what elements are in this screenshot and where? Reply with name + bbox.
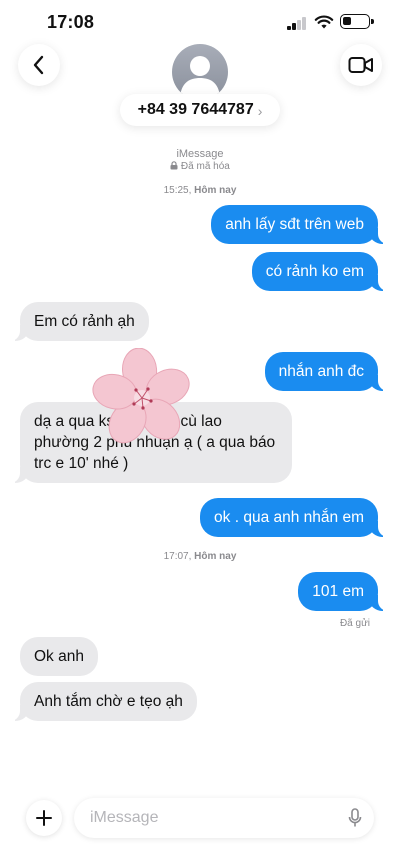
incoming-message[interactable]: Anh tắm chờ e tẹo ạh xyxy=(10,682,197,721)
chevron-right-icon: › xyxy=(257,102,263,119)
outgoing-message[interactable]: nhắn anh đc xyxy=(264,352,389,391)
lock-icon xyxy=(170,161,178,170)
outgoing-message[interactable]: anh lấy sđt trên web xyxy=(211,205,388,244)
delivered-status: Đã gửi xyxy=(339,618,370,629)
chevron-left-icon xyxy=(33,55,44,75)
back-button[interactable] xyxy=(18,44,60,86)
timestamp-day: Hôm nay xyxy=(194,185,237,196)
timestamp: 17:07, Hôm nay xyxy=(163,551,237,562)
encryption-text: Đã mã hóa xyxy=(180,161,230,172)
video-camera-icon xyxy=(348,57,373,73)
battery-icon xyxy=(340,14,374,29)
timestamp-time: 15:25 xyxy=(163,185,189,196)
status-bar: 17:08 xyxy=(0,0,400,46)
add-attachment-button[interactable] xyxy=(26,800,62,836)
message-input[interactable] xyxy=(90,798,330,838)
timestamp-day: Hôm nay xyxy=(194,551,237,562)
service-label: iMessage xyxy=(176,148,224,160)
timestamp-time: 17:07 xyxy=(163,551,189,562)
outgoing-message[interactable]: có rảnh ko em xyxy=(251,252,389,291)
contact-name-button[interactable]: +84 39 7644787 › xyxy=(120,94,280,126)
person-icon xyxy=(180,56,220,96)
plus-icon xyxy=(36,810,52,826)
wifi-icon xyxy=(314,15,334,29)
cellular-signal-icon xyxy=(287,17,307,30)
encryption-label: Đã mã hóa xyxy=(0,161,400,172)
outgoing-message[interactable]: ok . qua anh nhắn em xyxy=(200,498,388,537)
contact-number: +84 39 7644787 xyxy=(137,101,254,118)
contact-avatar[interactable] xyxy=(172,44,228,100)
incoming-message[interactable]: Ok anh xyxy=(20,637,98,676)
message-composer[interactable] xyxy=(74,798,374,838)
status-time: 17:08 xyxy=(47,12,95,32)
outgoing-message[interactable]: 101 em xyxy=(298,572,388,611)
cherry-blossom-sticker xyxy=(92,348,190,444)
facetime-video-button[interactable] xyxy=(340,44,382,86)
incoming-message[interactable]: Em có rảnh ạh xyxy=(10,302,149,341)
microphone-icon[interactable] xyxy=(348,808,362,828)
timestamp: 15:25, Hôm nay xyxy=(163,185,237,196)
